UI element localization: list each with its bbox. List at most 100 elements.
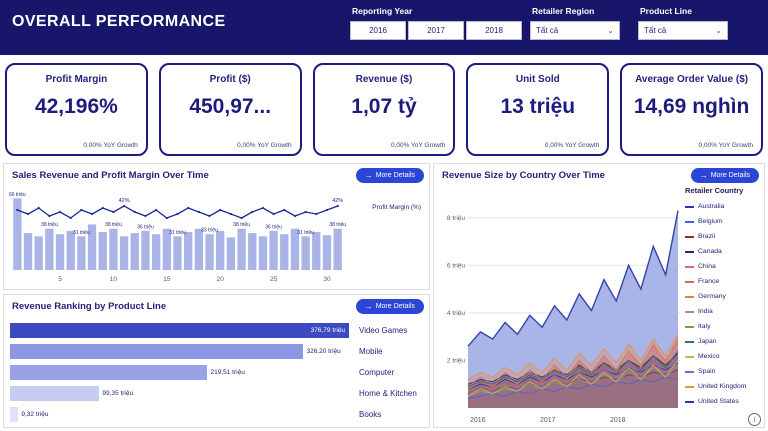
year-button-2016[interactable]: 2016 — [350, 21, 406, 40]
ranking-rows: 376,79 triệuVideo Games 326,20 triệuMobil… — [10, 322, 425, 427]
ranking-bar[interactable] — [10, 365, 207, 380]
kpi-growth: 0,00% YoY Growth — [391, 142, 445, 149]
svg-text:66 triệu: 66 triệu — [9, 192, 26, 198]
more-details-label: More Details — [376, 303, 415, 310]
svg-text:15: 15 — [163, 276, 171, 283]
legend-item[interactable]: Italy — [685, 319, 761, 334]
ranking-bar[interactable] — [10, 386, 99, 401]
legend-item[interactable]: Spain — [685, 364, 761, 379]
ranking-bar[interactable]: 376,79 triệu — [10, 323, 349, 338]
kpi-growth: 0,00% YoY Growth — [699, 142, 753, 149]
page-title: OVERALL PERFORMANCE — [12, 13, 226, 31]
svg-text:20: 20 — [217, 276, 225, 283]
info-icon[interactable]: i — [748, 413, 761, 426]
retailer-region-value: Tất cả — [536, 26, 558, 35]
kpi-value: 14,69 nghìn — [622, 95, 761, 119]
combo-chart-svg[interactable]: 66 triệu38 triệu31 triệu38 triệu36 triệu… — [8, 186, 427, 288]
ranking-bar[interactable] — [10, 344, 303, 359]
svg-text:36 triệu: 36 triệu — [137, 224, 154, 230]
legend-label: Japan — [698, 338, 717, 345]
legend-color-marker — [685, 326, 694, 328]
legend-color-marker — [685, 281, 694, 283]
ranking-row[interactable]: 99,35 triệuHome & Kitchen — [10, 385, 425, 401]
legend-item[interactable]: United Kingdom — [685, 379, 761, 394]
legend-label: Spain — [698, 368, 715, 375]
ranking-row[interactable]: 9,32 triệuBooks — [10, 406, 425, 422]
legend-item[interactable]: Germany — [685, 289, 761, 304]
kpi-card-revenue[interactable]: Revenue ($) 1,07 tỷ 0,00% YoY Growth — [313, 63, 456, 156]
kpi-card-profit[interactable]: Profit ($) 450,97... 0,00% YoY Growth — [159, 63, 302, 156]
legend-color-marker — [685, 371, 694, 373]
ranking-bar-track: 326,20 triệu — [10, 344, 349, 359]
legend-label: Australia — [698, 203, 724, 210]
svg-text:25: 25 — [270, 276, 278, 283]
ranking-row[interactable]: 326,20 triệuMobile — [10, 343, 425, 359]
ranking-category-label: Mobile — [349, 347, 425, 356]
kpi-title: Average Order Value ($) — [622, 74, 761, 85]
panel-title: Revenue Size by Country Over Time — [442, 170, 605, 181]
legend-label: Belgium — [698, 218, 723, 225]
legend-item[interactable]: China — [685, 259, 761, 274]
legend-item[interactable]: Japan — [685, 334, 761, 349]
kpi-value: 450,97... — [161, 95, 300, 119]
svg-text:2 triệu: 2 triệu — [447, 357, 465, 364]
legend-color-marker — [685, 311, 694, 313]
country-chart-svg[interactable]: 2 triệu4 triệu6 triệu8 triệu201620172018 — [438, 186, 684, 426]
kpi-value: 1,07 tỷ — [315, 95, 454, 119]
more-details-label: More Details — [376, 172, 415, 179]
ranking-bar-track: 9,32 triệu — [10, 407, 349, 422]
svg-text:2017: 2017 — [540, 417, 556, 424]
legend-color-marker — [685, 251, 694, 253]
ranking-row[interactable]: 219,51 triệuComputer — [10, 364, 425, 380]
ranking-category-label: Home & Kitchen — [349, 389, 425, 398]
svg-text:10: 10 — [110, 276, 118, 283]
legend-color-marker — [685, 296, 694, 298]
arrow-right-icon: → — [365, 172, 373, 180]
legend-item[interactable]: United States — [685, 394, 761, 409]
legend-label: Brazil — [698, 233, 715, 240]
more-details-button[interactable]: → More Details — [356, 168, 424, 183]
more-details-button[interactable]: → More Details — [356, 299, 424, 314]
reporting-year-label: Reporting Year — [350, 6, 522, 16]
legend-color-marker — [685, 401, 694, 403]
legend-label: United Kingdom — [698, 383, 746, 390]
legend-item[interactable]: Mexico — [685, 349, 761, 364]
svg-text:38 triệu: 38 triệu — [41, 222, 58, 228]
ranking-value-label: 376,79 triệu — [311, 327, 345, 334]
revenue-ranking-panel: Revenue Ranking by Product Line → More D… — [3, 294, 430, 428]
svg-text:36 triệu: 36 triệu — [265, 224, 282, 230]
ranking-bar-track: 99,35 triệu — [10, 386, 349, 401]
legend-item[interactable]: Australia — [685, 199, 761, 214]
svg-text:31 triệu: 31 triệu — [169, 230, 186, 236]
kpi-value: 42,196% — [7, 95, 146, 119]
kpi-value: 13 triệu — [468, 95, 607, 119]
svg-text:2016: 2016 — [470, 417, 486, 424]
legend-label: China — [698, 263, 716, 270]
retailer-region-dropdown[interactable]: Tất cả ⌄ — [530, 21, 620, 40]
product-line-dropdown[interactable]: Tất cả ⌄ — [638, 21, 728, 40]
legend-item[interactable]: Brazil — [685, 229, 761, 244]
legend-item[interactable]: Belgium — [685, 214, 761, 229]
more-details-button[interactable]: → More Details — [691, 168, 759, 183]
legend-item[interactable]: Canada — [685, 244, 761, 259]
kpi-card-unit-sold[interactable]: Unit Sold 13 triệu 0,00% YoY Growth — [466, 63, 609, 156]
legend-label: Canada — [698, 248, 722, 255]
year-button-2017[interactable]: 2017 — [408, 21, 464, 40]
svg-text:2018: 2018 — [610, 417, 626, 424]
arrow-right-icon: → — [365, 303, 373, 311]
legend-color-marker — [685, 386, 694, 388]
ranking-bar[interactable] — [10, 407, 18, 422]
product-line-filter: Product Line Tất cả ⌄ — [638, 6, 728, 40]
kpi-growth: 0,00% YoY Growth — [545, 142, 599, 149]
svg-text:4 triệu: 4 triệu — [447, 310, 465, 317]
kpi-card-profit-margin[interactable]: Profit Margin 42,196% 0,00% YoY Growth — [5, 63, 148, 156]
svg-text:42%: 42% — [332, 198, 343, 204]
legend-item[interactable]: France — [685, 274, 761, 289]
kpi-card-avg-order-value[interactable]: Average Order Value ($) 14,69 nghìn 0,00… — [620, 63, 763, 156]
year-button-2018[interactable]: 2018 — [466, 21, 522, 40]
product-line-label: Product Line — [638, 6, 728, 16]
svg-text:30: 30 — [323, 276, 331, 283]
product-line-value: Tất cả — [644, 26, 666, 35]
ranking-row[interactable]: 376,79 triệuVideo Games — [10, 322, 425, 338]
legend-item[interactable]: India — [685, 304, 761, 319]
